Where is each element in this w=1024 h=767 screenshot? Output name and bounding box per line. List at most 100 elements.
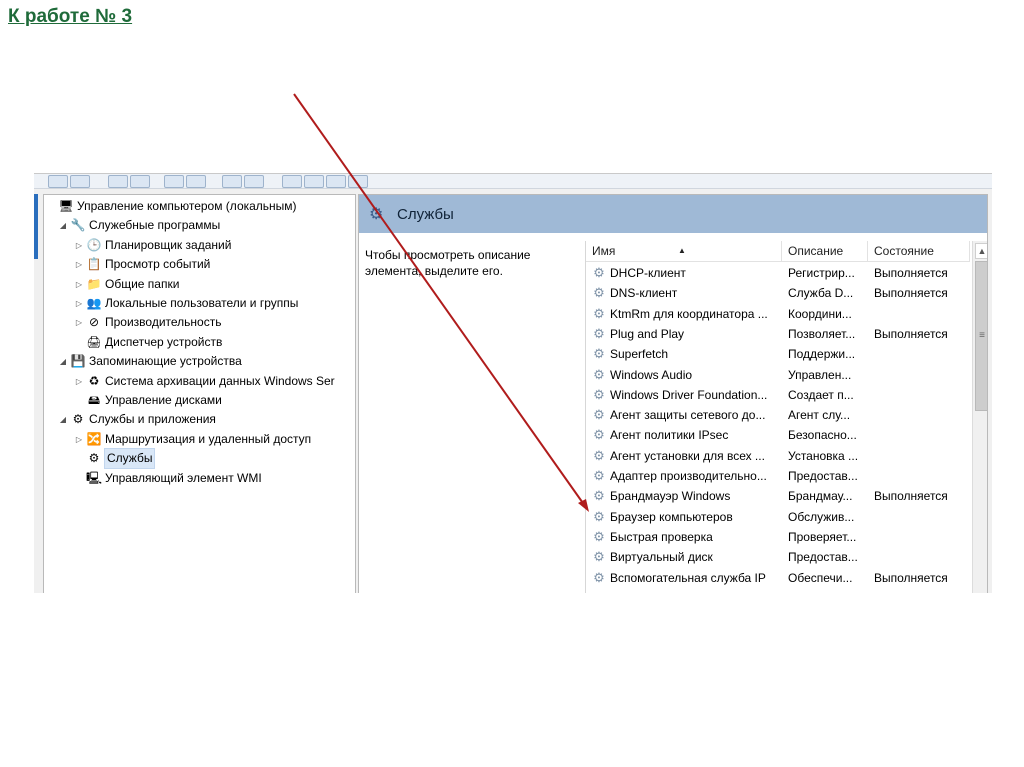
tree-item-tools[interactable]: ◢ 🔧 Служебные программы [58, 216, 220, 235]
forward-icon[interactable] [70, 175, 90, 188]
cell-description: Установка ... [788, 448, 859, 463]
cell-name: Windows Driver Foundation... [610, 387, 768, 402]
scroll-up-icon[interactable]: ▲ [975, 243, 987, 259]
services-icon: ⚙ [88, 451, 100, 466]
collapsed-arrow-icon[interactable]: ▷ [74, 236, 84, 255]
show-tree-icon[interactable] [130, 175, 150, 188]
refresh-icon[interactable] [186, 175, 206, 188]
performance-icon: ⊘ [88, 315, 100, 330]
cell-description: Обслужив... [788, 509, 855, 524]
tree-item-routing[interactable]: ▷ 🔀 Маршрутизация и удаленный доступ [74, 430, 311, 449]
tree-item-event-viewer[interactable]: ▷ 📋 Просмотр событий [74, 255, 210, 274]
slide-title: К работе № 3 [8, 6, 133, 27]
cell-description: Поддержи... [788, 347, 856, 362]
collapsed-arrow-icon[interactable]: ▷ [74, 372, 84, 391]
tree-item-label: Службы и приложения [89, 412, 216, 427]
tree-item-services[interactable]: ⚙ Службы [74, 448, 156, 470]
table-row[interactable]: ⚙ Агент политики IPsec Безопасно... [586, 425, 970, 445]
tree-item-clock[interactable]: ▷ 🕒 Планировщик заданий [74, 236, 231, 255]
start-service-icon[interactable] [282, 175, 302, 188]
collapsed-arrow-icon[interactable]: ▷ [74, 430, 84, 449]
table-row[interactable]: ⚙ Агент установки для всех ... Установка .… [586, 446, 970, 466]
table-row[interactable]: ⚙ Брандмауэр Windows Брандмау... Выполняетс… [586, 486, 970, 506]
service-gear-icon: ⚙ [593, 468, 605, 483]
tree-item-performance[interactable]: ▷ ⊘ Производительность [74, 313, 222, 332]
tree-item-label: Службы [103, 448, 156, 470]
tools-icon: 🔧 [70, 218, 86, 233]
properties-icon[interactable] [244, 175, 264, 188]
service-gear-icon: ⚙ [593, 346, 605, 362]
table-row[interactable]: ⚙ Superfetch Поддержи... [586, 344, 970, 364]
table-row[interactable]: ⚙ Агент защиты сетевого до... Агент слу... [586, 405, 970, 425]
table-row[interactable]: ⚙ Браузер компьютеров Обслужив... [586, 507, 970, 527]
cell-description: Предостав... [788, 550, 858, 565]
tree-item-label: Управление дисками [105, 393, 222, 407]
pause-service-icon[interactable] [326, 175, 346, 188]
tree-item-disk-management[interactable]: 🖴 Управление дисками [74, 391, 222, 410]
table-row[interactable]: ⚙ Быстрая проверка Проверяет... [586, 527, 970, 547]
cell-status [874, 344, 970, 364]
table-row[interactable]: ⚙ KtmRm для координатора ... Координи... [586, 304, 970, 324]
tree-item-users[interactable]: ▷ 👥 Локальные пользователи и группы [74, 294, 298, 313]
service-gear-icon: ⚙ [593, 366, 605, 382]
service-gear-icon: ⚙ [593, 528, 605, 544]
tree-item-storage[interactable]: ◢ 💾 Запоминающие устройства [58, 352, 242, 371]
export-icon[interactable] [164, 175, 184, 188]
help-icon[interactable] [222, 175, 242, 188]
tree-item-backup[interactable]: ▷ ♻ Система архивации данных Windows Ser [74, 372, 335, 391]
column-status-label: Состояние [874, 244, 934, 258]
tree-item-shared-folder[interactable]: ▷ 📁 Общие папки [74, 275, 180, 294]
computer-management-window: 🖥 Управление компьютером (локальным) ◢ 🔧 Слу… [34, 173, 992, 593]
column-name[interactable]: Имя ▲ [586, 241, 782, 261]
stop-service-icon[interactable] [304, 175, 324, 188]
service-gear-icon: ⚙ [593, 265, 605, 280]
tree-item-wmi[interactable]: 🖳 Управляющий элемент WMI [74, 469, 262, 488]
tree-item-label: Маршрутизация и удаленный доступ [105, 431, 312, 446]
collapsed-arrow-icon[interactable]: ▷ [74, 294, 84, 313]
cell-description: Позволяет... [788, 326, 856, 341]
table-row[interactable]: ⚙ Windows Audio Управлен... [586, 365, 970, 385]
service-gear-icon: ⚙ [593, 325, 605, 341]
table-row[interactable]: ⚙ Вспомогательная служба IP Обеспечи... Вып… [586, 568, 970, 588]
collapsed-arrow-icon[interactable]: ▷ [74, 313, 84, 332]
expanded-arrow-icon[interactable]: ◢ [58, 352, 68, 371]
tree-item-services-apps[interactable]: ◢ ⚙ Службы и приложения [58, 410, 216, 429]
cell-description: Брандмау... [788, 489, 853, 504]
expanded-arrow-icon[interactable]: ◢ [58, 410, 68, 429]
cell-name: Windows Audio [610, 367, 693, 382]
table-row[interactable]: ⚙ Адаптер производительно... Предостав... [586, 466, 970, 486]
cell-status [874, 446, 970, 466]
cell-name: Браузер компьютеров [610, 509, 733, 524]
column-status[interactable]: Состояние [868, 241, 970, 261]
tree-item-computer-management[interactable]: 🖥 Управление компьютером (локальным) [46, 197, 296, 216]
cell-name: Быстрая проверка [610, 529, 713, 544]
cell-description: Координи... [788, 306, 852, 321]
back-icon[interactable] [48, 175, 68, 188]
vertical-scrollbar[interactable]: ▲ ≡ [972, 241, 987, 593]
table-row[interactable]: ⚙ Plug and Play Позволяет... Выполняется [586, 324, 970, 344]
cell-status [874, 507, 970, 527]
collapsed-arrow-icon[interactable]: ▷ [74, 275, 84, 294]
services-search-icon: ⚙ [369, 206, 384, 223]
table-row[interactable]: ⚙ Виртуальный диск Предостав... [586, 547, 970, 567]
tree-item-label: Производительность [105, 315, 222, 330]
cell-name: Superfetch [610, 347, 669, 362]
cell-status: Выполняется [874, 489, 948, 504]
cell-status [874, 365, 970, 385]
cell-description: Проверяет... [788, 529, 857, 544]
cell-description: Регистрир... [788, 266, 855, 280]
cell-status [874, 405, 970, 425]
restart-service-icon[interactable] [348, 175, 368, 188]
up-icon[interactable] [108, 175, 128, 188]
table-row[interactable]: ⚙ DNS-клиент Служба D... Выполняется [586, 283, 970, 303]
column-description[interactable]: Описание [782, 241, 868, 261]
service-gear-icon: ⚙ [593, 447, 605, 463]
scroll-thumb[interactable]: ≡ [975, 261, 987, 411]
cell-description: Создает п... [788, 387, 854, 402]
table-row[interactable]: ⚙ Windows Driver Foundation... Создает п..… [586, 385, 970, 405]
expanded-arrow-icon[interactable]: ◢ [58, 216, 68, 235]
table-row[interactable]: ⚙ DHCP-клиент Регистрир... Выполняется [586, 263, 970, 283]
service-gear-icon: ⚙ [593, 427, 605, 443]
tree-item-device-manager[interactable]: 🖨 Диспетчер устройств [74, 333, 222, 352]
collapsed-arrow-icon[interactable]: ▷ [74, 255, 84, 274]
